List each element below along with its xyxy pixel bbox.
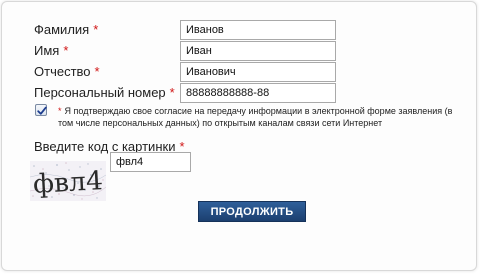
continue-button[interactable]: ПРОДОЛЖИТЬ bbox=[198, 201, 306, 222]
consent-text: * Я подтверждаю свое согласие на передачу… bbox=[58, 106, 453, 128]
first-name-input[interactable] bbox=[180, 41, 336, 61]
personal-number-label: Персональный номер * bbox=[34, 85, 175, 100]
first-name-label: Имя * bbox=[34, 43, 69, 58]
middle-name-input[interactable] bbox=[180, 62, 336, 82]
checkmark-icon bbox=[37, 106, 47, 115]
middle-name-label: Отчество * bbox=[34, 64, 100, 79]
last-name-input[interactable] bbox=[180, 20, 336, 40]
consent-checkbox[interactable] bbox=[35, 104, 47, 116]
captcha-image: фвл4 bbox=[30, 161, 106, 201]
personal-number-input[interactable] bbox=[180, 83, 336, 103]
captcha-input[interactable] bbox=[110, 152, 191, 172]
svg-text:фвл4: фвл4 bbox=[32, 166, 103, 200]
last-name-label: Фамилия * bbox=[34, 22, 99, 37]
